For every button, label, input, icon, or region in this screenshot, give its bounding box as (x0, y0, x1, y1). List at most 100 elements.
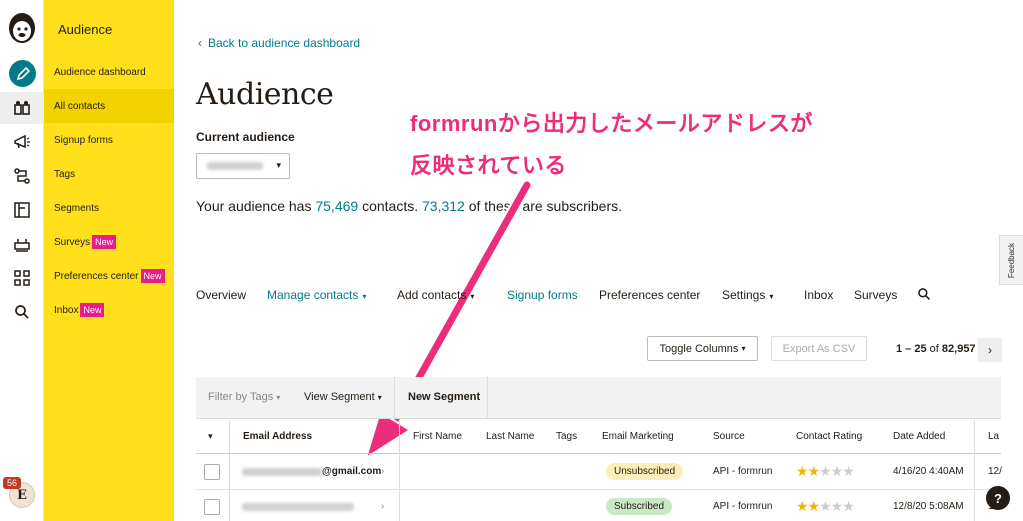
page-title: Audience (196, 77, 334, 112)
nav-item-preferences-center[interactable]: Preferences center New (44, 259, 174, 293)
filter-bar: Filter by Tags ▾ View Segment ▾ New Segm… (196, 377, 1001, 419)
integrations-icon[interactable] (8, 230, 36, 258)
pager-range: 1 – 25 (896, 343, 927, 355)
tab-label: Signup forms (507, 288, 578, 302)
nav-item-label: Tags (54, 168, 76, 180)
mailchimp-logo-icon[interactable] (6, 10, 38, 46)
tab-label: Overview (196, 288, 247, 302)
tab-signup-forms[interactable]: Signup forms (507, 288, 578, 302)
tab-inbox[interactable]: Inbox (804, 288, 833, 302)
date-added-cell: 4/16/20 4:40AM (893, 466, 964, 477)
column-date-added[interactable]: Date Added (893, 431, 945, 442)
summary-suffix: of these are subscribers. (468, 198, 623, 214)
pencil-icon[interactable] (9, 60, 36, 87)
annotation-line-1: formrunから出力したメールアドレスが (410, 111, 813, 136)
grid-icon[interactable] (8, 264, 36, 292)
last-changed-cell: 12/ (988, 466, 1002, 477)
contact-rating-stars: ★★★★★ (796, 463, 855, 479)
select-all-chevron-icon[interactable]: ▾ (208, 431, 213, 442)
back-link-label: Back to audience dashboard (208, 36, 361, 50)
source-cell: API - formrun (713, 501, 773, 512)
feedback-tab[interactable]: Feedback (999, 235, 1023, 285)
nav-item-surveys[interactable]: Surveys New (44, 225, 174, 259)
redacted-audience-name (207, 162, 263, 170)
tab-settings[interactable]: Settings ▾ (722, 288, 773, 302)
new-badge: New (80, 303, 105, 317)
chevron-right-icon: › (988, 343, 992, 357)
automation-icon[interactable] (8, 162, 36, 190)
column-last-changed[interactable]: La (988, 431, 999, 442)
view-segment-dropdown[interactable]: View Segment ▾ (304, 391, 382, 403)
nav-item-label: Surveys (54, 236, 91, 248)
nav-item-all-contacts[interactable]: All contacts (44, 89, 174, 123)
column-contact-rating[interactable]: Contact Rating (796, 431, 862, 442)
column-email-marketing[interactable]: Email Marketing (602, 431, 674, 442)
back-to-dashboard-link[interactable]: ‹ Back to audience dashboard (198, 36, 360, 50)
tab-overview[interactable]: Overview (196, 288, 246, 302)
tab-label: Preferences center (599, 288, 701, 302)
chevron-down-icon: ▾ (741, 344, 746, 353)
tab-add-contacts[interactable]: Add contacts ▾ (397, 288, 474, 302)
search-icon[interactable] (917, 287, 931, 304)
redacted-email (242, 503, 354, 511)
row-checkbox[interactable] (204, 464, 220, 480)
divider (487, 377, 488, 419)
help-button[interactable]: ? (986, 486, 1010, 510)
table-row[interactable]: › Subscribed API - formrun ★★★★★ 12/8/20… (196, 490, 1002, 521)
audience-select[interactable]: ▾ (196, 153, 290, 179)
summary-prefix: Your audience has (196, 198, 312, 214)
column-last-name[interactable]: Last Name (486, 431, 534, 442)
export-csv-button[interactable]: Export As CSV (771, 336, 867, 361)
column-first-name[interactable]: First Name (413, 431, 462, 442)
audience-icon[interactable] (8, 94, 36, 122)
search-icon[interactable] (8, 298, 36, 326)
new-segment-button[interactable]: New Segment (408, 391, 480, 403)
status-badge: Subscribed (606, 498, 673, 515)
status-badge: Unsubscribed (606, 463, 684, 480)
new-segment-label: New Segment (408, 391, 481, 403)
column-source[interactable]: Source (713, 431, 745, 442)
tab-preferences-center[interactable]: Preferences center (599, 288, 700, 302)
nav-item-segments[interactable]: Segments (44, 191, 174, 225)
filter-by-tags-label: Filter by Tags (208, 391, 274, 403)
pager-total: 82,957 (941, 343, 976, 355)
chevron-down-icon: ▾ (769, 292, 774, 301)
chevron-down-icon: ▾ (362, 292, 367, 301)
chevron-down-icon: ▾ (470, 292, 475, 301)
chevron-right-icon[interactable]: › (381, 501, 384, 512)
nav-item-label: All contacts (54, 100, 106, 112)
next-page-button[interactable]: › (978, 338, 1002, 362)
chevron-down-icon: ▾ (276, 160, 281, 170)
tab-label: Settings (722, 288, 766, 302)
tab-label: Inbox (804, 288, 834, 302)
view-segment-label: View Segment (304, 391, 375, 403)
contacts-count-link[interactable]: 75,469 (315, 198, 358, 214)
megaphone-icon[interactable] (8, 128, 36, 156)
column-email-address[interactable]: Email Address (243, 431, 312, 442)
nav-item-tags[interactable]: Tags (44, 157, 174, 191)
filter-by-tags-dropdown[interactable]: Filter by Tags ▾ (208, 391, 280, 403)
export-csv-label: Export As CSV (782, 342, 856, 355)
notification-count-badge: 56 (3, 477, 22, 489)
toggle-columns-button[interactable]: Toggle Columns ▾ (647, 336, 758, 361)
new-badge: New (140, 269, 165, 283)
tab-manage-contacts[interactable]: Manage contacts ▾ (267, 288, 366, 302)
nav-item-audience-dashboard[interactable]: Audience dashboard (44, 55, 174, 89)
date-added-cell: 12/8/20 5:08AM (893, 501, 964, 512)
pager-of: of (929, 343, 939, 355)
nav-item-inbox[interactable]: Inbox New (44, 293, 174, 327)
row-checkbox[interactable] (204, 499, 220, 515)
divider (394, 377, 395, 419)
chevron-left-icon: ‹ (198, 36, 202, 50)
tab-surveys[interactable]: Surveys (854, 288, 897, 302)
nav-title: Audience (58, 22, 113, 37)
chevron-right-icon[interactable]: › (381, 466, 384, 477)
column-tags[interactable]: Tags (556, 431, 577, 442)
nav-item-signup-forms[interactable]: Signup forms (44, 123, 174, 157)
email-domain[interactable]: @gmail.com (322, 466, 381, 477)
website-icon[interactable] (8, 196, 36, 224)
subscribers-count-link[interactable]: 73,312 (422, 198, 465, 214)
source-cell: API - formrun (713, 466, 773, 477)
table-row[interactable]: @gmail.com › Unsubscribed API - formrun … (196, 455, 1002, 490)
new-badge: New (92, 235, 117, 249)
